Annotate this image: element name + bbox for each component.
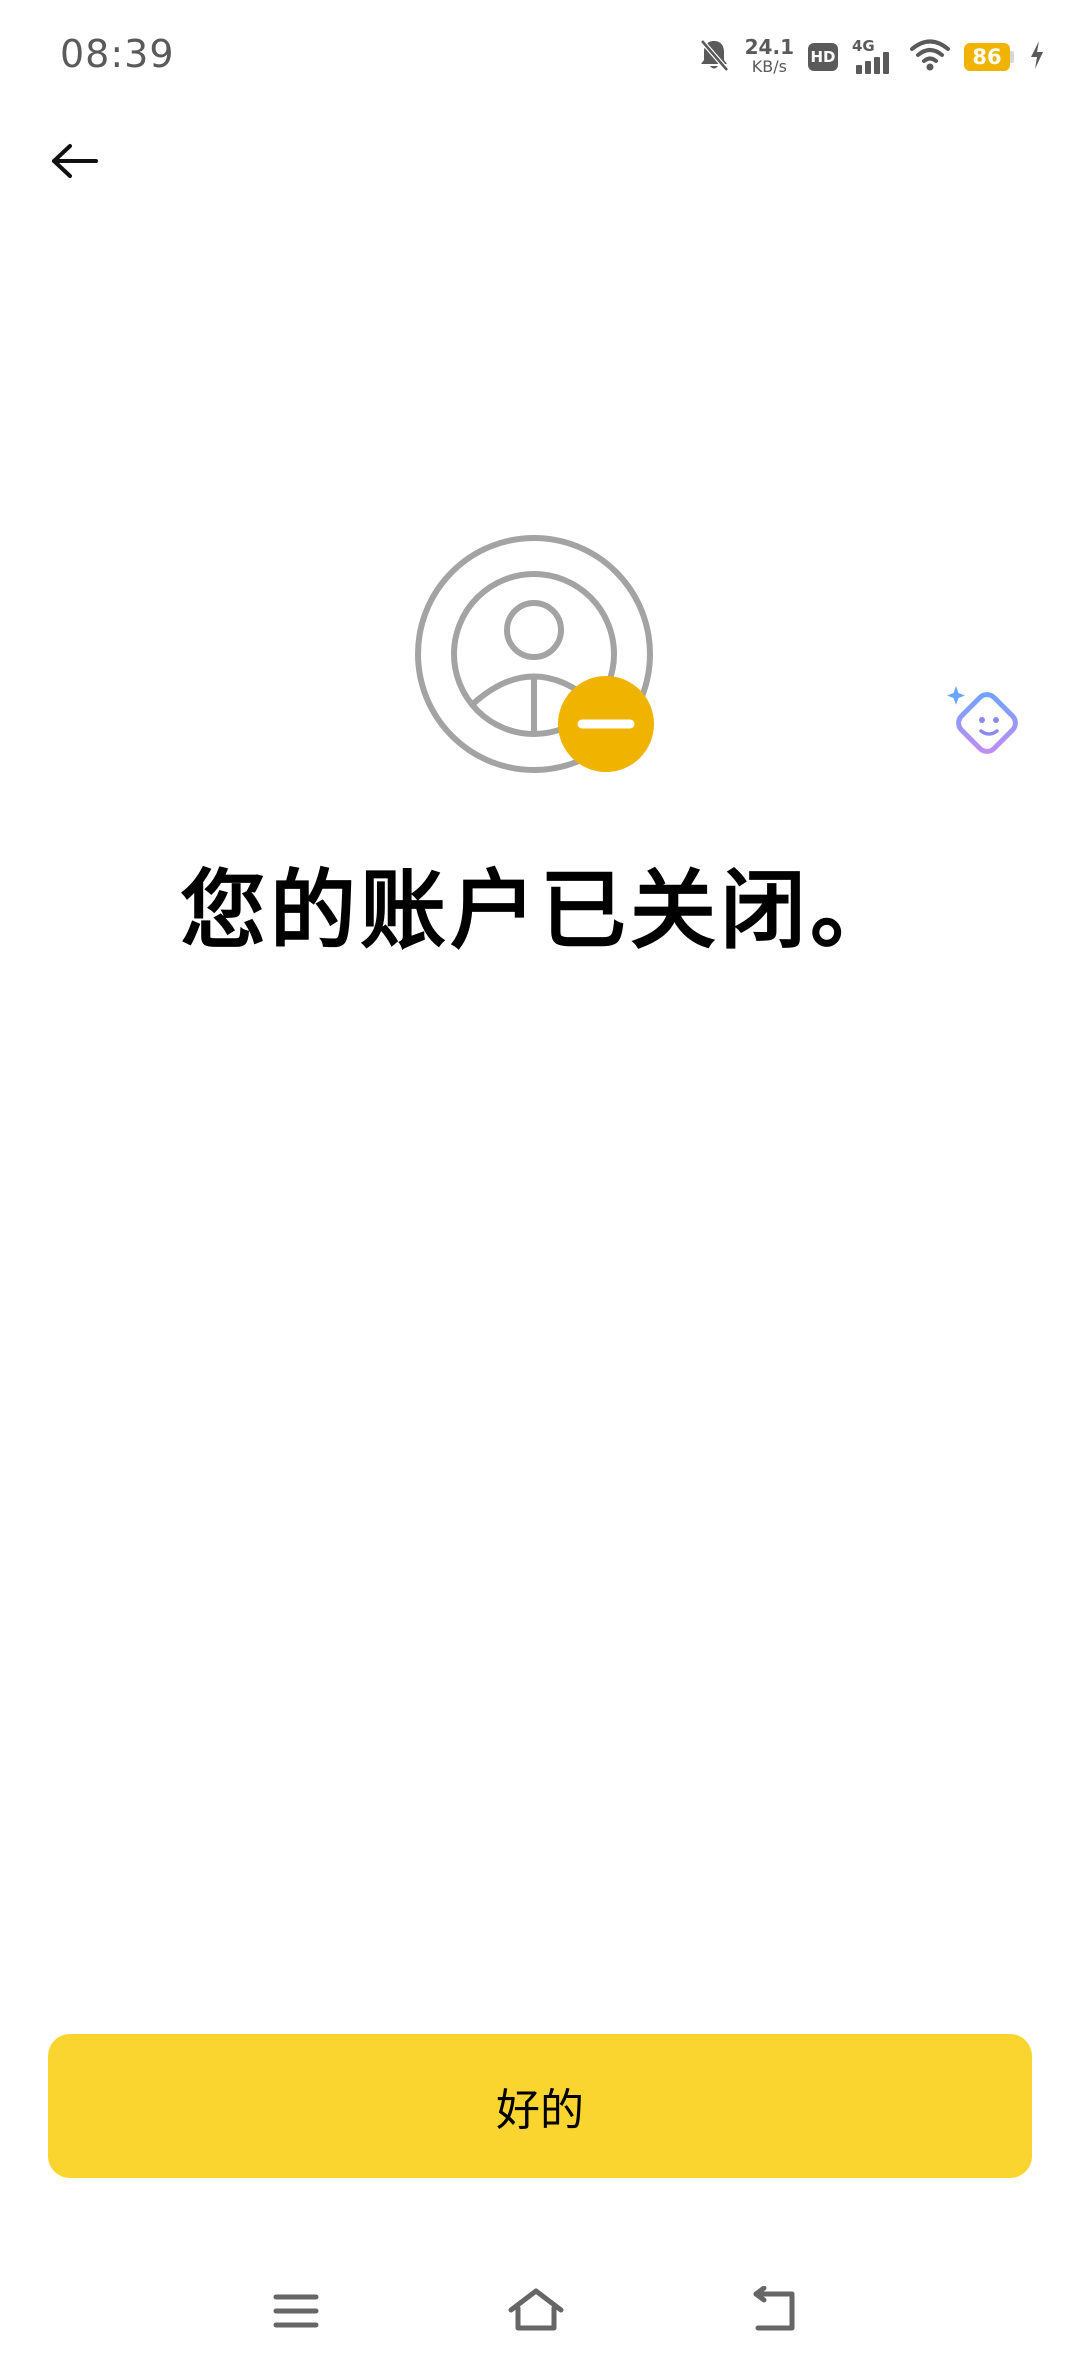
battery-nub: [1010, 51, 1014, 63]
mute-bell-icon: [697, 37, 731, 77]
nav-menu-button[interactable]: [256, 2278, 336, 2348]
back-button[interactable]: [40, 128, 110, 198]
network-speed-unit: KB/s: [751, 57, 787, 76]
assistant-sparkle-icon: [944, 686, 1024, 768]
network-speed-value: 24.1: [744, 35, 794, 59]
status-bar: 08:39 24.1 KB/s HD 4G 86: [0, 0, 1080, 112]
wifi-icon: [910, 38, 950, 76]
nav-back-button[interactable]: [736, 2278, 816, 2348]
signal-icon: 4G: [852, 37, 896, 77]
nav-home-button[interactable]: [496, 2278, 576, 2348]
navigation-bar: [0, 2256, 1080, 2376]
hd-icon: HD: [808, 43, 838, 71]
account-closed-icon: [410, 530, 670, 790]
assistant-float-button[interactable]: [944, 684, 1024, 764]
account-closed-screen: 08:39 24.1 KB/s HD 4G 86 您的账户已关闭。 好的: [0, 0, 1080, 2376]
network-speed: 24.1 KB/s: [744, 35, 794, 76]
status-icons: 24.1 KB/s HD 4G 86: [697, 34, 1046, 80]
battery-icon: 86: [964, 43, 1014, 71]
page-title: 您的账户已关闭。: [180, 861, 900, 961]
home-icon: [506, 2286, 566, 2340]
charging-icon: [1028, 39, 1046, 75]
ok-button[interactable]: 好的: [48, 2034, 1032, 2178]
back-nav-icon: [748, 2285, 804, 2340]
menu-icon: [271, 2289, 321, 2337]
arrow-left-icon: [50, 141, 100, 185]
status-time: 08:39: [60, 32, 175, 76]
battery-level: 86: [964, 43, 1010, 71]
